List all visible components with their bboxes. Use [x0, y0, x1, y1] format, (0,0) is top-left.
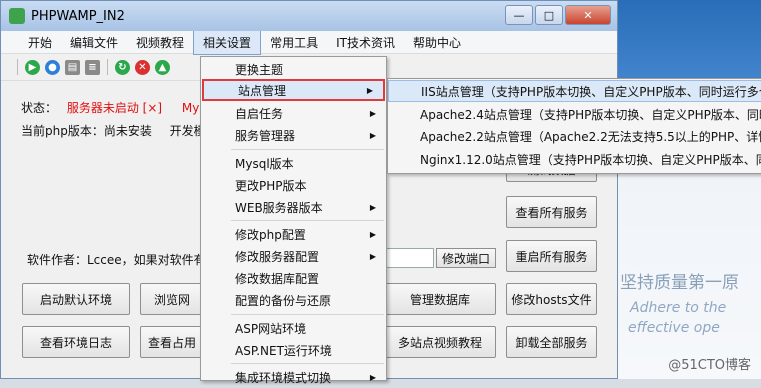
watermark: @51CTO博客 — [668, 358, 751, 373]
view-all-services-button[interactable]: 查看所有服务 — [506, 196, 597, 228]
menu-item-aspnet-env[interactable]: ASP.NET运行环境 — [201, 339, 386, 361]
title-bar[interactable]: PHPWAMP_IN2 — □ ✕ — [1, 1, 617, 31]
menu-item-edit-server-config[interactable]: 修改服务器配置 ▶ — [201, 245, 386, 267]
maximize-button[interactable]: □ — [535, 5, 563, 25]
menu-item-label: 自启任务 — [235, 106, 284, 121]
manage-database-button[interactable]: 管理数据库 — [384, 283, 496, 315]
uninstall-all-services-button[interactable]: 卸载全部服务 — [506, 326, 597, 358]
browse-button[interactable]: 浏览网 — [140, 283, 204, 315]
server-status: 服务器未启动 [×] — [66, 101, 163, 115]
background-page: 坚持质量第一原 Adhere to the effective ope @51C… — [610, 0, 761, 379]
menu-item-mysql-version[interactable]: Mysql版本 — [201, 152, 386, 174]
menu-edit-file[interactable]: 编辑文件 — [61, 31, 127, 54]
menu-item-change-php-version[interactable]: 更改PHP版本 — [201, 174, 386, 196]
status-line: 状态： 服务器未启动 [×] My — [21, 99, 199, 116]
submenu-item-nginx[interactable]: Nginx1.12.0站点管理（支持PHP版本切换、自定义PHP版本、同 — [388, 148, 761, 170]
database-icon[interactable]: ≡ — [85, 59, 100, 75]
toolbar-separator — [107, 59, 108, 75]
menu-help-center[interactable]: 帮助中心 — [404, 31, 470, 54]
submenu-arrow-icon: ▶ — [369, 229, 376, 239]
menu-start[interactable]: 开始 — [19, 31, 61, 54]
menu-item-label: 配置的备份与还原 — [235, 293, 332, 308]
menu-item-label: 站点管理 — [238, 83, 287, 98]
window-title: PHPWAMP_IN2 — [31, 8, 125, 24]
menu-bar: 开始 编辑文件 视频教程 相关设置 常用工具 IT技术资讯 帮助中心 — [1, 29, 617, 55]
menu-item-edit-db-config[interactable]: 修改数据库配置 — [201, 267, 386, 289]
menu-common-tools[interactable]: 常用工具 — [261, 31, 327, 54]
submenu-item-iis[interactable]: IIS站点管理（支持PHP版本切换、自定义PHP版本、同时运行多个 — [388, 80, 761, 102]
restart-all-services-button[interactable]: 重启所有服务 — [506, 240, 597, 272]
folder-icon[interactable]: ▤ — [65, 59, 80, 75]
globe-icon[interactable]: ● — [45, 59, 60, 75]
menu-item-change-theme[interactable]: 更换主题 — [201, 58, 386, 80]
settings-dropdown: 更换主题 站点管理 ▶ 自启任务 ▶ 服务管理器 ▶ Mysql版本 更改PHP版本 … — [200, 56, 387, 385]
submenu-item-apache22[interactable]: Apache2.2站点管理（Apache2.2无法支持5.5以上的PHP、详情 — [388, 125, 761, 147]
play-icon[interactable]: ▶ — [25, 59, 40, 75]
menu-item-label: 修改数据库配置 — [235, 271, 320, 286]
menu-item-label: 更换主题 — [235, 62, 284, 77]
menu-separator — [231, 314, 384, 315]
app-icon — [9, 8, 25, 24]
menu-item-label: 集成环境模式切换 — [235, 370, 332, 385]
mysql-status: My — [181, 101, 200, 115]
menu-item-config-backup-restore[interactable]: 配置的备份与还原 — [201, 289, 386, 311]
menu-separator — [231, 363, 384, 364]
up-icon[interactable]: ▲ — [155, 59, 170, 75]
menu-item-service-manager[interactable]: 服务管理器 ▶ — [201, 124, 386, 146]
edit-hosts-button[interactable]: 修改hosts文件 — [506, 283, 597, 315]
toolbar-separator — [17, 59, 18, 75]
menu-item-web-server-version[interactable]: WEB服务器版本 ▶ — [201, 196, 386, 218]
php-version-label: 当前php版本：尚未安装 — [21, 124, 152, 138]
menu-separator — [231, 220, 384, 221]
menu-item-label: Mysql版本 — [235, 156, 294, 171]
view-env-log-button[interactable]: 查看环境日志 — [22, 326, 130, 358]
menu-item-edit-php-config[interactable]: 修改php配置 ▶ — [201, 223, 386, 245]
menu-separator — [231, 149, 384, 150]
menu-item-label: 更改PHP版本 — [235, 178, 307, 193]
refresh-icon[interactable]: ↻ — [115, 59, 130, 75]
multi-site-video-button[interactable]: 多站点视频教程 — [384, 326, 496, 358]
site-management-submenu: IIS站点管理（支持PHP版本切换、自定义PHP版本、同时运行多个 Apache… — [387, 78, 761, 174]
status-label: 状态： — [21, 101, 58, 115]
menu-item-label: ASP网站环境 — [235, 321, 307, 336]
window-controls: — □ ✕ — [505, 5, 611, 25]
menu-item-site-management[interactable]: 站点管理 ▶ — [202, 79, 385, 101]
submenu-arrow-icon: ▶ — [369, 108, 376, 118]
submenu-item-apache24[interactable]: Apache2.4站点管理（支持PHP版本切换、自定义PHP版本、同时 — [388, 103, 761, 125]
submenu-arrow-icon: ▶ — [369, 202, 376, 212]
author-info: 软件作者：Lccee，如果对软件有 — [27, 253, 206, 267]
background-tagline-2: effective ope — [628, 320, 720, 336]
php-version-line: 当前php版本：尚未安装 开发模 — [21, 122, 206, 139]
submenu-arrow-icon: ▶ — [366, 85, 373, 95]
close-button[interactable]: ✕ — [565, 5, 611, 25]
background-slogan: 坚持质量第一原 — [620, 273, 739, 293]
menu-item-label: 修改php配置 — [235, 227, 306, 242]
menu-item-label: ASP.NET运行环境 — [235, 343, 332, 358]
stop-icon[interactable]: ✕ — [135, 59, 150, 75]
view-usage-button[interactable]: 查看占用 — [140, 326, 204, 358]
menu-item-auto-start[interactable]: 自启任务 ▶ — [201, 102, 386, 124]
menu-item-env-mode-switch[interactable]: 集成环境模式切换 ▶ — [201, 366, 386, 388]
start-default-env-button[interactable]: 启动默认环境 — [22, 283, 130, 315]
menu-video-tutorials[interactable]: 视频教程 — [127, 31, 193, 54]
menu-item-label: 服务管理器 — [235, 128, 296, 143]
menu-item-label: WEB服务器版本 — [235, 200, 323, 215]
submenu-arrow-icon: ▶ — [369, 130, 376, 140]
port-input[interactable] — [384, 248, 434, 268]
submenu-arrow-icon: ▶ — [369, 372, 376, 382]
menu-item-label: 修改服务器配置 — [235, 249, 320, 264]
minimize-button[interactable]: — — [505, 5, 533, 25]
menu-item-asp-env[interactable]: ASP网站环境 — [201, 317, 386, 339]
menu-it-news[interactable]: IT技术资讯 — [327, 31, 404, 54]
submenu-arrow-icon: ▶ — [369, 251, 376, 261]
change-port-button[interactable]: 修改端口 — [436, 248, 496, 268]
menu-settings[interactable]: 相关设置 — [193, 29, 262, 55]
background-tagline-1: Adhere to the — [630, 300, 727, 316]
